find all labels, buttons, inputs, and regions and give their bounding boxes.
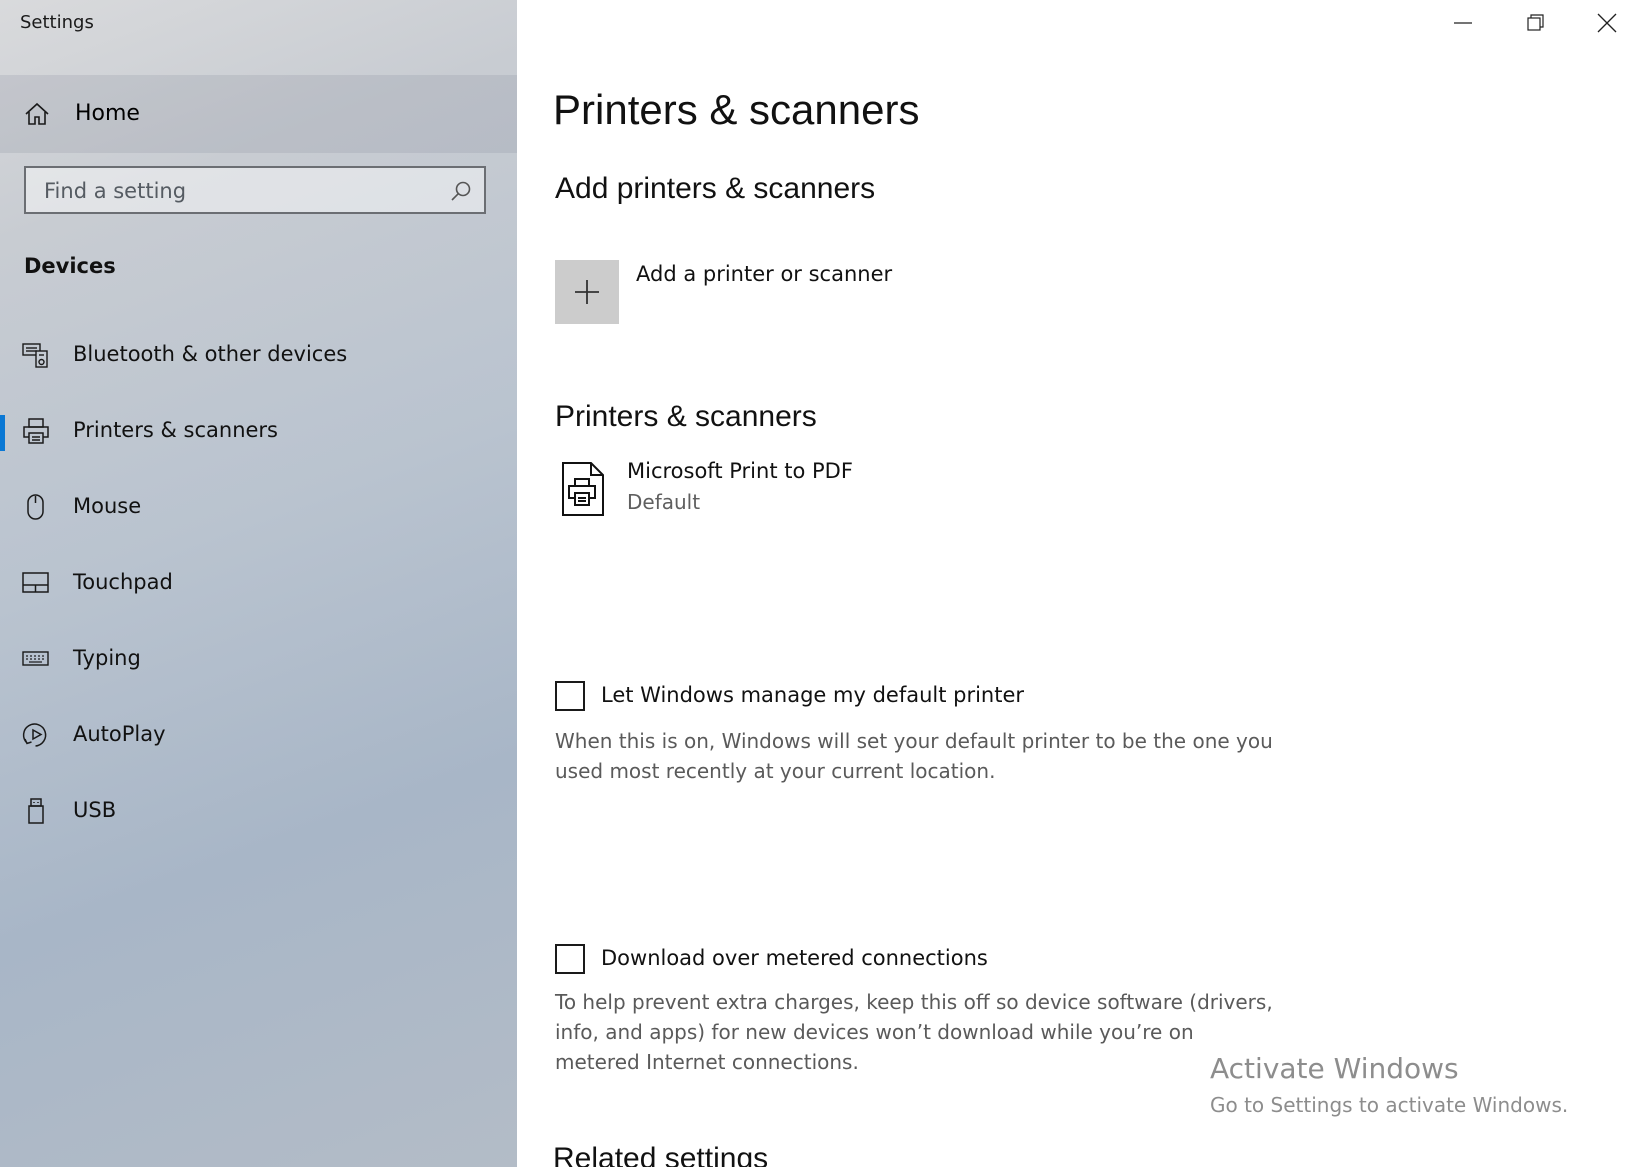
- autoplay-icon: [22, 721, 50, 749]
- close-button[interactable]: [1571, 0, 1643, 46]
- manage-default-label[interactable]: Let Windows manage my default printer: [601, 683, 1024, 707]
- metered-checkbox[interactable]: [555, 944, 585, 974]
- add-printers-heading: Add printers & scanners: [555, 172, 876, 205]
- printer-status: Default: [627, 490, 701, 514]
- sidebar-item-mouse[interactable]: Mouse: [0, 477, 517, 539]
- related-settings-heading: Related settings: [553, 1142, 769, 1167]
- pdf-printer-icon: [559, 461, 607, 517]
- watermark-subtitle: Go to Settings to activate Windows.: [1210, 1093, 1569, 1117]
- printer-name: Microsoft Print to PDF: [627, 459, 853, 483]
- sidebar-item-label: Printers & scanners: [73, 418, 278, 442]
- manage-default-description: When this is on, Windows will set your d…: [555, 729, 1273, 783]
- printers-list-heading: Printers & scanners: [555, 400, 817, 433]
- printer-item[interactable]: Microsoft Print to PDF Default: [555, 455, 1155, 525]
- mouse-icon: [22, 493, 50, 521]
- sidebar-item-label: AutoPlay: [73, 722, 166, 746]
- settings-window: Settings Home Devices: [0, 0, 1643, 1167]
- sidebar-home-label: Home: [75, 101, 140, 126]
- restore-button[interactable]: [1500, 0, 1572, 46]
- touchpad-icon: [22, 569, 50, 597]
- sidebar-section-heading: Devices: [24, 254, 116, 278]
- metered-label[interactable]: Download over metered connections: [601, 946, 988, 970]
- metered-description: To help prevent extra charges, keep this…: [555, 990, 1273, 1074]
- activation-watermark: Activate Windows Go to Settings to activ…: [1210, 1052, 1568, 1117]
- sidebar-item-autoplay[interactable]: AutoPlay: [0, 705, 517, 767]
- sidebar-item-label: Touchpad: [73, 570, 173, 594]
- usb-icon: [22, 797, 50, 825]
- sidebar-item-typing[interactable]: Typing: [0, 629, 517, 691]
- sidebar-item-label: Typing: [73, 646, 141, 670]
- watermark-title: Activate Windows: [1210, 1052, 1459, 1085]
- search-icon[interactable]: [450, 180, 472, 202]
- main-content: Printers & scanners Add printers & scann…: [517, 0, 1643, 1167]
- add-printer-label[interactable]: Add a printer or scanner: [636, 262, 892, 286]
- page-title: Printers & scanners: [553, 86, 920, 133]
- add-printer-button[interactable]: [555, 260, 619, 324]
- app-title: Settings: [20, 12, 94, 33]
- keyboard-icon: [22, 645, 50, 673]
- sidebar-item-label: Mouse: [73, 494, 142, 518]
- home-icon: [24, 101, 50, 127]
- sidebar-item-usb[interactable]: USB: [0, 781, 517, 843]
- search-input[interactable]: [42, 176, 446, 206]
- sidebar-item-label: Bluetooth & other devices: [73, 342, 348, 366]
- selection-indicator: [0, 415, 5, 451]
- manage-default-checkbox[interactable]: [555, 681, 585, 711]
- sidebar-home[interactable]: Home: [0, 75, 517, 153]
- sidebar-item-printers[interactable]: Printers & scanners: [0, 401, 517, 463]
- sidebar: Settings Home Devices: [0, 0, 517, 1167]
- sidebar-item-bluetooth[interactable]: Bluetooth & other devices: [0, 325, 517, 387]
- bluetooth-devices-icon: [22, 341, 50, 369]
- sidebar-item-label: USB: [73, 798, 117, 822]
- minimize-button[interactable]: [1427, 0, 1499, 46]
- search-box[interactable]: [24, 166, 486, 214]
- printer-icon: [22, 417, 50, 445]
- sidebar-item-touchpad[interactable]: Touchpad: [0, 553, 517, 615]
